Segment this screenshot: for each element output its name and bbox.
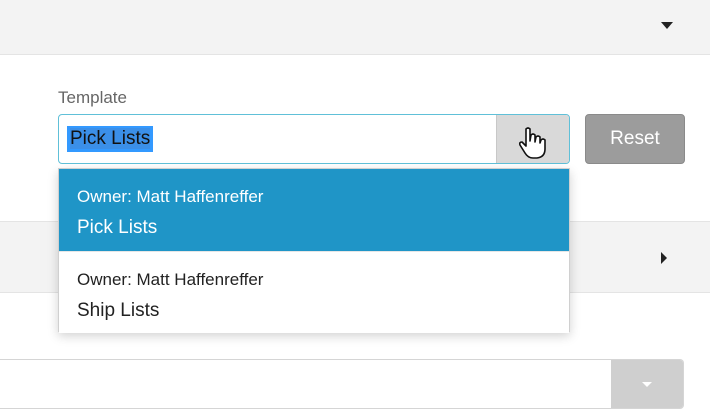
caret-down-icon[interactable]: [661, 22, 673, 29]
template-dropdown-toggle[interactable]: [496, 115, 569, 163]
option-name: Pick Lists: [77, 217, 158, 238]
bottom-select-toggle[interactable]: [611, 360, 683, 408]
hand-pointer-icon: [518, 127, 546, 159]
option-name: Ship Lists: [77, 300, 160, 321]
template-combobox[interactable]: Pick Lists: [58, 114, 570, 164]
collapsible-section-header-top[interactable]: [0, 0, 710, 55]
template-label: Template: [58, 88, 127, 107]
option-owner: Owner: Matt Haffenreffer: [77, 187, 264, 206]
template-option-pick-lists[interactable]: Owner: Matt Haffenreffer Pick Lists: [59, 169, 569, 251]
template-dropdown-menu: Owner: Matt Haffenreffer Pick Lists Owne…: [58, 168, 570, 333]
template-input-value: Pick Lists: [70, 128, 151, 149]
caret-right-icon[interactable]: [661, 252, 667, 264]
reset-button[interactable]: Reset: [585, 114, 685, 164]
template-option-ship-lists[interactable]: Owner: Matt Haffenreffer Ship Lists: [59, 251, 569, 333]
option-owner: Owner: Matt Haffenreffer: [77, 270, 264, 289]
bottom-select[interactable]: [0, 359, 684, 409]
template-input[interactable]: Pick Lists: [67, 126, 154, 152]
caret-down-icon: [642, 382, 652, 387]
